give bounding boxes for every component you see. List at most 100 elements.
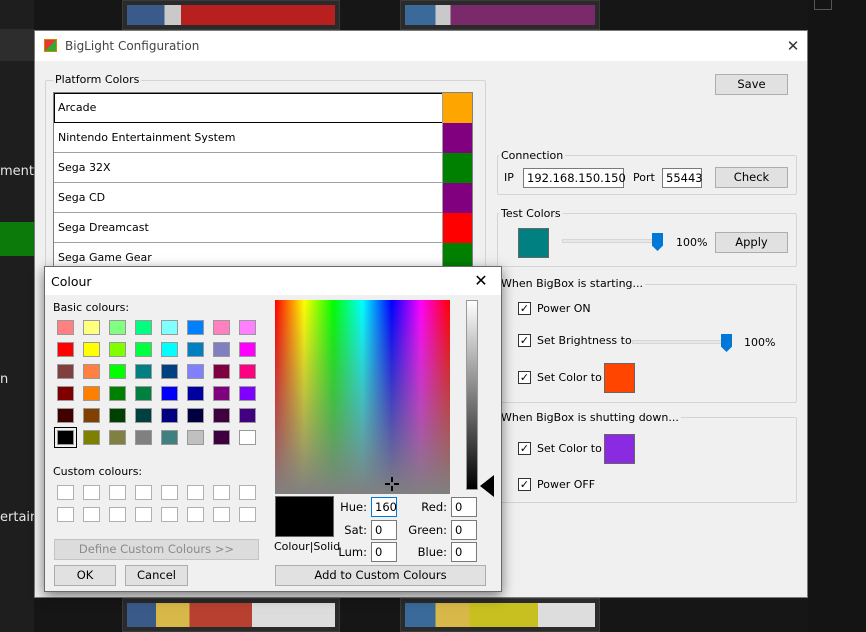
blue-input[interactable]: 0	[451, 542, 477, 562]
custom-colour-cell[interactable]	[83, 485, 100, 500]
basic-colour-cell[interactable]	[213, 430, 230, 445]
basic-colour-cell[interactable]	[239, 386, 256, 401]
list-item[interactable]: Sega Dreamcast	[54, 213, 472, 243]
basic-colour-cell[interactable]	[57, 342, 74, 357]
custom-colour-cell[interactable]	[57, 507, 74, 522]
custom-colour-cell[interactable]	[213, 485, 230, 500]
basic-colour-cell[interactable]	[83, 430, 100, 445]
list-item[interactable]: Sega Game Gear	[54, 243, 472, 267]
basic-colour-cell[interactable]	[213, 364, 230, 379]
test-brightness-slider[interactable]	[562, 239, 662, 243]
basic-colour-cell[interactable]	[109, 342, 126, 357]
basic-colour-cell[interactable]	[57, 386, 74, 401]
basic-colour-cell[interactable]	[187, 364, 204, 379]
basic-colour-cell[interactable]	[57, 320, 74, 335]
basic-colour-cell[interactable]	[187, 342, 204, 357]
start-brightness-slider[interactable]	[632, 340, 732, 344]
basic-colour-cell[interactable]	[109, 386, 126, 401]
platform-color-swatch[interactable]	[442, 93, 472, 123]
save-button[interactable]: Save	[715, 74, 788, 95]
basic-colour-cell[interactable]	[161, 408, 178, 423]
basic-colour-cell[interactable]	[83, 386, 100, 401]
basic-colour-cell[interactable]	[83, 364, 100, 379]
list-item[interactable]: Nintendo Entertainment System	[54, 123, 472, 153]
basic-colour-cell[interactable]	[161, 386, 178, 401]
basic-colour-cell[interactable]	[135, 408, 152, 423]
apply-button[interactable]: Apply	[715, 232, 788, 253]
luminosity-arrow-icon[interactable]	[480, 475, 494, 497]
basic-colour-cell[interactable]	[239, 342, 256, 357]
basic-colour-cell[interactable]	[161, 364, 178, 379]
basic-colour-cell[interactable]	[135, 430, 152, 445]
custom-colour-cell[interactable]	[239, 507, 256, 522]
platform-color-swatch[interactable]	[442, 213, 472, 243]
basic-colour-cell[interactable]	[135, 386, 152, 401]
basic-colour-cell[interactable]	[135, 342, 152, 357]
custom-colour-cell[interactable]	[83, 507, 100, 522]
crosshair-icon[interactable]	[385, 477, 399, 491]
custom-colour-cell[interactable]	[135, 507, 152, 522]
list-item[interactable]: Sega 32X	[54, 153, 472, 183]
basic-colour-cell[interactable]	[83, 320, 100, 335]
list-item[interactable]: Sega CD	[54, 183, 472, 213]
background-window-control[interactable]	[814, 0, 832, 10]
basic-colour-cell[interactable]	[213, 320, 230, 335]
custom-colour-cell[interactable]	[187, 485, 204, 500]
set-color-checkbox[interactable]: ✓	[518, 371, 531, 384]
basic-colour-cell[interactable]	[135, 320, 152, 335]
basic-colour-cell[interactable]	[83, 342, 100, 357]
basic-colour-cell[interactable]	[83, 408, 100, 423]
basic-colour-cell[interactable]	[239, 408, 256, 423]
basic-colour-cell[interactable]	[239, 430, 256, 445]
custom-colour-cell[interactable]	[57, 485, 74, 500]
game-cover-top-right[interactable]	[400, 0, 600, 30]
custom-colour-cell[interactable]	[187, 507, 204, 522]
custom-colour-cell[interactable]	[161, 485, 178, 500]
green-input[interactable]: 0	[451, 520, 477, 540]
basic-colour-cell[interactable]	[187, 386, 204, 401]
basic-colour-cell[interactable]	[213, 342, 230, 357]
basic-colour-cell[interactable]	[213, 408, 230, 423]
custom-colour-cell[interactable]	[213, 507, 230, 522]
cancel-button[interactable]: Cancel	[125, 565, 188, 586]
sat-input[interactable]: 0	[371, 520, 397, 540]
power-on-checkbox[interactable]: ✓	[518, 302, 531, 315]
red-input[interactable]: 0	[451, 497, 477, 517]
basic-colour-cell[interactable]	[187, 408, 204, 423]
set-brightness-checkbox[interactable]: ✓	[518, 334, 531, 347]
basic-colour-cell[interactable]	[239, 320, 256, 335]
start-color-swatch[interactable]	[604, 363, 635, 393]
custom-colour-cell[interactable]	[109, 507, 126, 522]
define-custom-colours-button[interactable]: Define Custom Colours >>	[54, 539, 259, 560]
basic-colour-cell[interactable]	[109, 364, 126, 379]
basic-colour-cell[interactable]	[213, 386, 230, 401]
basic-colour-cell[interactable]	[54, 427, 77, 448]
basic-colour-cell[interactable]	[109, 408, 126, 423]
hue-input[interactable]: 160	[371, 497, 397, 517]
platform-color-list[interactable]: Arcade Nintendo Entertainment System Seg…	[53, 92, 473, 268]
test-color-swatch[interactable]	[518, 228, 549, 258]
basic-colour-cell[interactable]	[187, 430, 204, 445]
close-icon[interactable]: ✕	[469, 270, 493, 292]
basic-colour-cell[interactable]	[161, 342, 178, 357]
ip-input[interactable]: 192.168.150.150	[523, 168, 626, 188]
platform-color-swatch[interactable]	[442, 243, 472, 267]
game-cover-bottom-left[interactable]	[122, 598, 340, 632]
basic-colour-cell[interactable]	[109, 320, 126, 335]
colour-spectrum[interactable]	[275, 300, 450, 494]
close-icon[interactable]: ✕	[781, 36, 805, 56]
list-item[interactable]: Arcade	[54, 93, 472, 123]
custom-colour-cell[interactable]	[109, 485, 126, 500]
basic-colour-cell[interactable]	[57, 364, 74, 379]
platform-color-swatch[interactable]	[442, 123, 472, 153]
port-input[interactable]: 55443	[662, 168, 703, 188]
basic-colour-cell[interactable]	[135, 364, 152, 379]
custom-colour-cell[interactable]	[239, 485, 256, 500]
game-cover-top-left[interactable]	[122, 0, 340, 30]
shut-set-color-checkbox[interactable]: ✓	[518, 442, 531, 455]
custom-colour-cell[interactable]	[135, 485, 152, 500]
basic-colour-cell[interactable]	[57, 408, 74, 423]
power-off-checkbox[interactable]: ✓	[518, 478, 531, 491]
platform-color-swatch[interactable]	[442, 153, 472, 183]
custom-colour-cell[interactable]	[161, 507, 178, 522]
